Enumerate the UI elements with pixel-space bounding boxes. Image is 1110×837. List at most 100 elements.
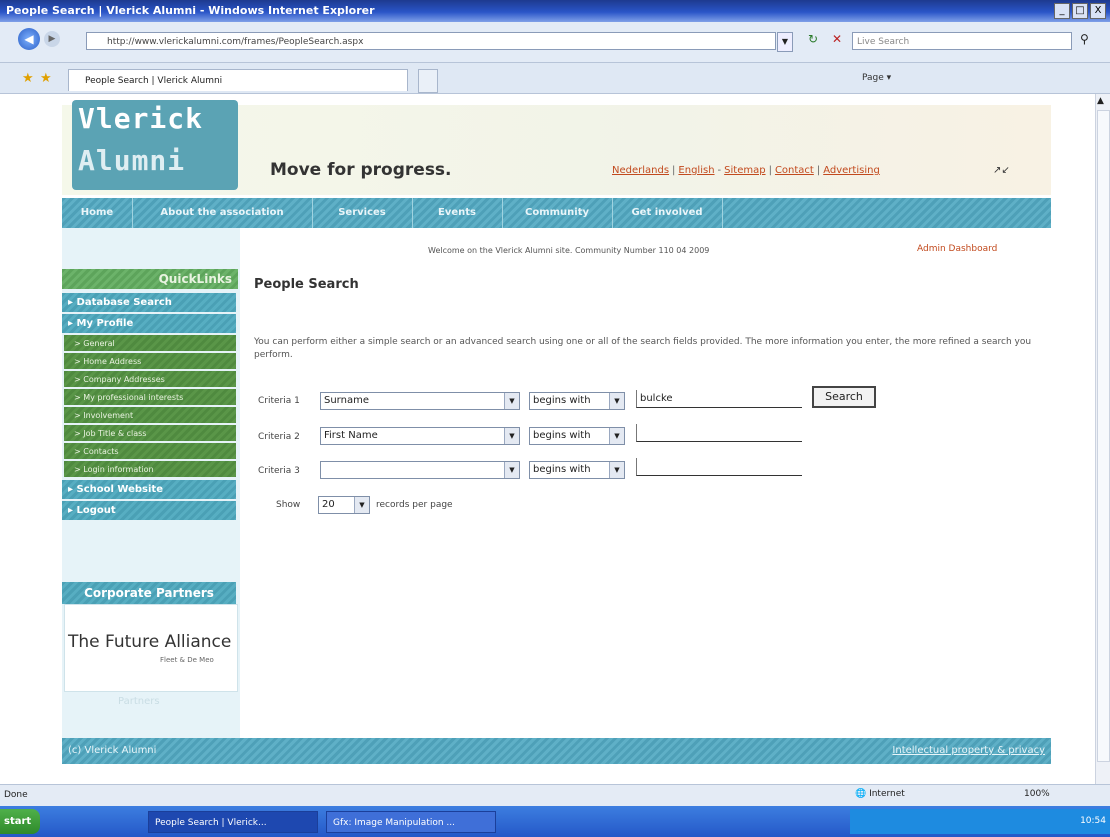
records-per-page-select[interactable]: 20 ▼ [318, 496, 370, 514]
taskbar: start People Search | Vlerick... Gfx: Im… [0, 806, 1110, 837]
criteria-2-field-value: First Name [324, 430, 378, 441]
sidebar-item-label: Database Search [76, 297, 172, 308]
criteria-2-op-value: begins with [533, 430, 591, 441]
favorites-star-icon[interactable]: ★ [22, 71, 34, 86]
sidebar-sub-professional-interests[interactable]: > My professional interests [64, 389, 236, 406]
records-per-page-label: records per page [376, 500, 453, 510]
chevron-down-icon: ▼ [504, 393, 519, 409]
criteria-3-op-value: begins with [533, 464, 591, 475]
criteria-3-field-select[interactable]: ▼ [320, 461, 520, 479]
top-links: Nederlands | English - Sitemap | Contact | Adver… [612, 165, 880, 176]
nav-events[interactable]: Events [412, 198, 503, 228]
chevron-down-icon: ▼ [609, 428, 624, 444]
criteria-2-field-select[interactable]: First Name ▼ [320, 427, 520, 445]
admin-dashboard-link[interactable]: Admin Dashboard [917, 244, 997, 254]
address-bar[interactable]: http://www.vlerickalumni.com/frames/Peop… [86, 32, 776, 50]
sidebar-item-my-profile[interactable]: ▸ My Profile [62, 314, 236, 334]
page-menu[interactable]: Page ▾ [862, 73, 891, 83]
criteria-1-field-select[interactable]: Surname ▼ [320, 392, 520, 410]
magnifier-icon[interactable]: ⚲ [1080, 32, 1089, 46]
sidebar-item-logout[interactable]: ▸ Logout [62, 501, 236, 521]
start-button[interactable]: start [0, 809, 40, 834]
new-tab-button[interactable] [418, 69, 438, 93]
minimize-button[interactable]: _ [1054, 3, 1070, 19]
nav-services[interactable]: Services [312, 198, 413, 228]
nav-community[interactable]: Community [502, 198, 613, 228]
partner-faint-text: Partners [118, 696, 160, 707]
browser-search-input[interactable]: Live Search [852, 32, 1072, 50]
welcome-text: Welcome on the Vlerick Alumni site. Comm… [428, 246, 710, 255]
criteria-1-op-value: begins with [533, 395, 591, 406]
zoom-level[interactable]: 100% [1024, 789, 1050, 799]
corporate-partners-header: Corporate Partners [62, 582, 236, 604]
chevron-down-icon: ▼ [354, 497, 369, 513]
text-size-icon[interactable]: ↗↙ [993, 165, 1010, 176]
sidebar-sub-involvement[interactable]: > Involvement [64, 407, 236, 424]
page-title: People Search [254, 277, 359, 292]
security-zone: 🌐 Internet [855, 789, 905, 799]
sidebar-sub-job-title[interactable]: > Job Title & class [64, 425, 236, 442]
sidebar-sub-home-address[interactable]: > Home Address [64, 353, 236, 370]
sidebar-sub-label: Login information [83, 465, 154, 474]
nav-about[interactable]: About the association [132, 198, 313, 228]
clock: 10:54 [1080, 816, 1106, 826]
intro-text: You can perform either a simple search o… [254, 337, 1032, 360]
sidebar-sub-label: General [83, 339, 115, 348]
sidebar-item-school-website[interactable]: ▸ School Website [62, 480, 236, 500]
criteria-2-value-input[interactable] [636, 424, 802, 442]
partner-name: The Future Alliance [68, 632, 232, 652]
stop-icon[interactable]: ✕ [832, 32, 842, 46]
sidebar-sub-label: Company Addresses [83, 375, 165, 384]
taskbar-item-people-search[interactable]: People Search | Vlerick... [148, 811, 318, 833]
criteria-2-op-select[interactable]: begins with ▼ [529, 427, 625, 445]
partner-subtitle: Fleet & De Meo [160, 656, 214, 664]
chevron-down-icon: ▼ [504, 428, 519, 444]
vlerick-alumni-logo[interactable]: Vlerick Alumni [72, 100, 238, 190]
tab-people-search[interactable]: People Search | Vlerick Alumni [68, 69, 408, 91]
back-arrow-icon[interactable]: ◀ [18, 28, 40, 50]
nav-home[interactable]: Home [62, 198, 133, 228]
criteria-1-op-select[interactable]: begins with ▼ [529, 392, 625, 410]
window-title: People Search | Vlerick Alumni - Windows… [6, 4, 375, 17]
add-favorites-icon[interactable]: ★ [40, 71, 52, 86]
link-english[interactable]: English [678, 165, 714, 176]
scroll-thumb[interactable] [1097, 110, 1110, 762]
sidebar-sub-login-information[interactable]: > Login information [64, 461, 236, 478]
site-footer: (c) Vlerick Alumni Intellectual property… [62, 738, 1051, 764]
criteria-3-op-select[interactable]: begins with ▼ [529, 461, 625, 479]
taskbar-item-gfx[interactable]: Gfx: Image Manipulation ... [326, 811, 496, 833]
criteria-1-value-input[interactable]: bulcke [636, 390, 802, 408]
sidebar-item-database-search[interactable]: ▸ Database Search [62, 293, 236, 313]
search-button[interactable]: Search [812, 386, 876, 408]
sidebar-item-label: School Website [76, 484, 163, 495]
footer-ip-link[interactable]: Intellectual property & privacy [892, 745, 1045, 756]
maximize-button[interactable]: □ [1072, 3, 1088, 19]
window-controls: _ □ X [1054, 3, 1106, 19]
link-contact[interactable]: Contact [775, 165, 814, 176]
sidebar-sub-contacts[interactable]: > Contacts [64, 443, 236, 460]
criteria-3-value-input[interactable] [636, 458, 802, 476]
sidebar-sub-company-addresses[interactable]: > Company Addresses [64, 371, 236, 388]
records-per-page-value: 20 [322, 499, 335, 510]
status-bar: Done 🌐 Internet 100% [0, 784, 1110, 807]
tagline: Move for progress. [270, 160, 452, 180]
address-dropdown-icon[interactable]: ▼ [777, 32, 793, 52]
logo-line-1: Vlerick [78, 102, 204, 135]
chevron-down-icon: ▼ [504, 462, 519, 478]
sidebar-sub-label: Involvement [83, 411, 134, 420]
chevron-down-icon: ▼ [609, 393, 624, 409]
sidebar-sub-label: Home Address [83, 357, 142, 366]
footer-copyright: (c) Vlerick Alumni [68, 745, 157, 756]
nav-get-involved[interactable]: Get involved [612, 198, 723, 228]
link-sitemap[interactable]: Sitemap [724, 165, 765, 176]
refresh-icon[interactable]: ↻ [808, 32, 818, 46]
criteria-2-label: Criteria 2 [258, 432, 300, 442]
close-button[interactable]: X [1090, 3, 1106, 19]
link-advertising[interactable]: Advertising [823, 165, 880, 176]
forward-arrow-icon[interactable]: ▶ [44, 31, 60, 47]
sidebar-sub-general[interactable]: > General [64, 335, 236, 352]
zone-label: Internet [869, 789, 905, 799]
link-nederlands[interactable]: Nederlands [612, 165, 669, 176]
criteria-3-label: Criteria 3 [258, 466, 300, 476]
scroll-up-icon[interactable]: ▲ [1097, 96, 1104, 106]
